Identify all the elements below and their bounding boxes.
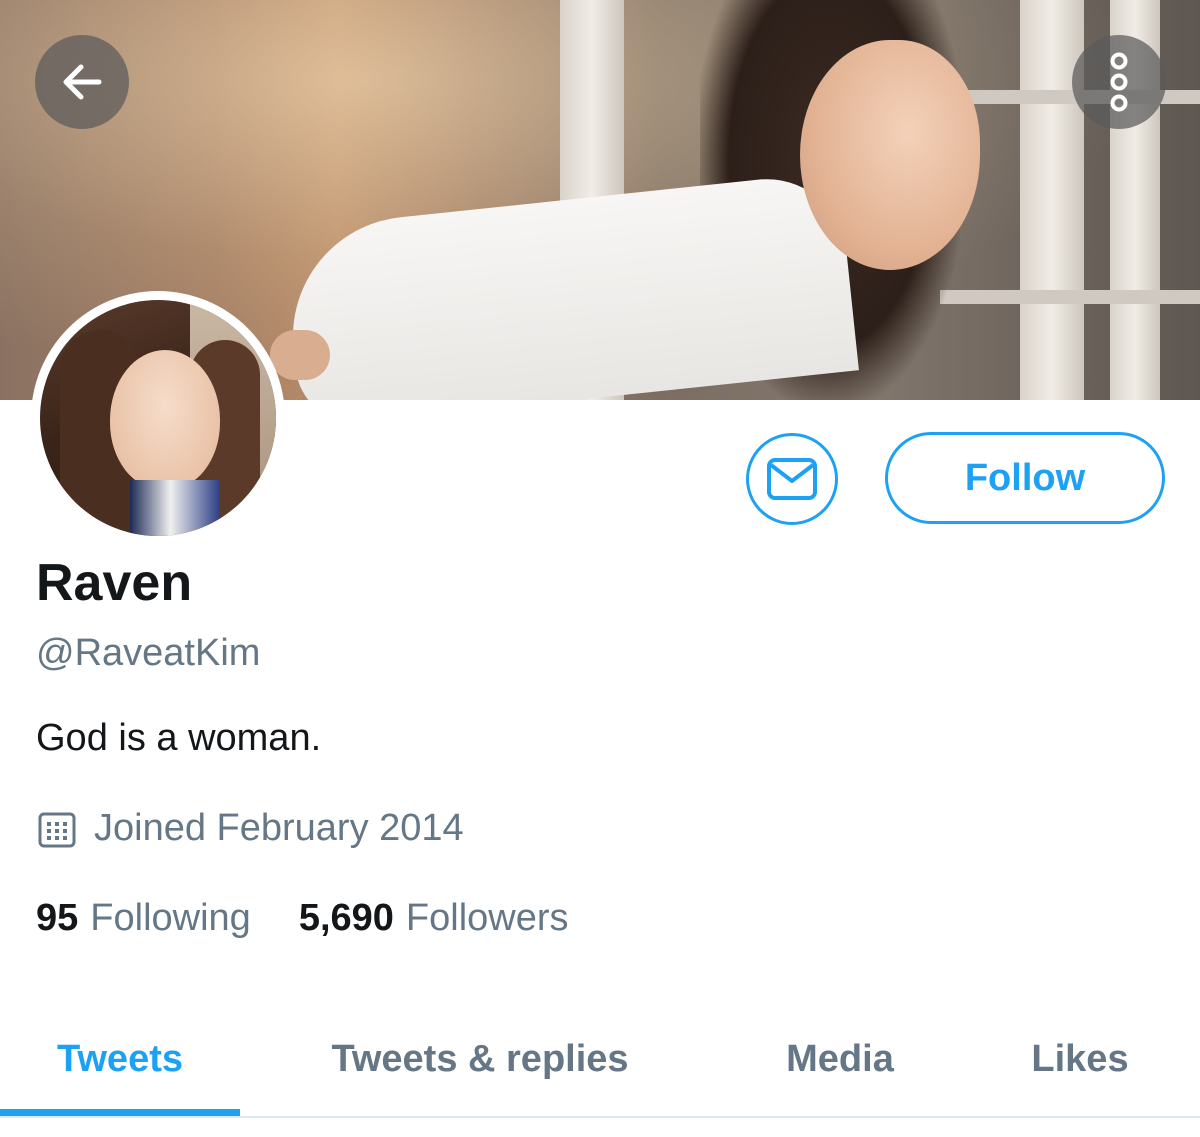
following-link[interactable]: 95 Following — [36, 897, 251, 940]
tab-tweets-and-replies[interactable]: Tweets & replies — [300, 1000, 660, 1118]
tab-media[interactable]: Media — [760, 1000, 920, 1118]
followers-link[interactable]: 5,690 Followers — [299, 897, 569, 940]
followers-label: Followers — [405, 897, 569, 939]
banner-railing — [940, 290, 1200, 304]
calendar-icon — [36, 808, 78, 850]
following-label: Following — [90, 897, 251, 939]
avatar-shirt — [130, 480, 220, 536]
more-options-button[interactable] — [1072, 35, 1166, 129]
joined-text: Joined February 2014 — [94, 807, 464, 849]
joined-date: Joined February 2014 — [36, 807, 464, 850]
message-button[interactable] — [746, 433, 838, 525]
followers-count: 5,690 — [298, 897, 394, 939]
banner-pillar — [1020, 0, 1084, 400]
follow-button[interactable]: Follow — [885, 432, 1165, 524]
envelope-icon — [767, 458, 817, 500]
display-name: Raven — [36, 554, 193, 612]
username: @RaveatKim — [36, 632, 261, 674]
follow-stats: 95 Following 5,690 Followers — [36, 897, 617, 940]
tab-tweets[interactable]: Tweets — [0, 1000, 240, 1118]
back-button[interactable] — [35, 35, 129, 129]
profile-tabs: Tweets Tweets & replies Media Likes — [0, 1000, 1200, 1118]
banner-face — [800, 40, 980, 270]
avatar-image — [40, 300, 276, 536]
tabs-divider — [0, 1116, 1200, 1118]
tab-likes[interactable]: Likes — [1000, 1000, 1160, 1118]
banner-hand — [270, 330, 330, 380]
more-vertical-icon — [1110, 52, 1128, 112]
following-count: 95 — [36, 897, 79, 939]
bio: God is a woman. — [36, 717, 322, 759]
arrow-left-icon — [63, 64, 102, 100]
avatar-face — [110, 350, 220, 490]
avatar[interactable] — [31, 291, 285, 545]
